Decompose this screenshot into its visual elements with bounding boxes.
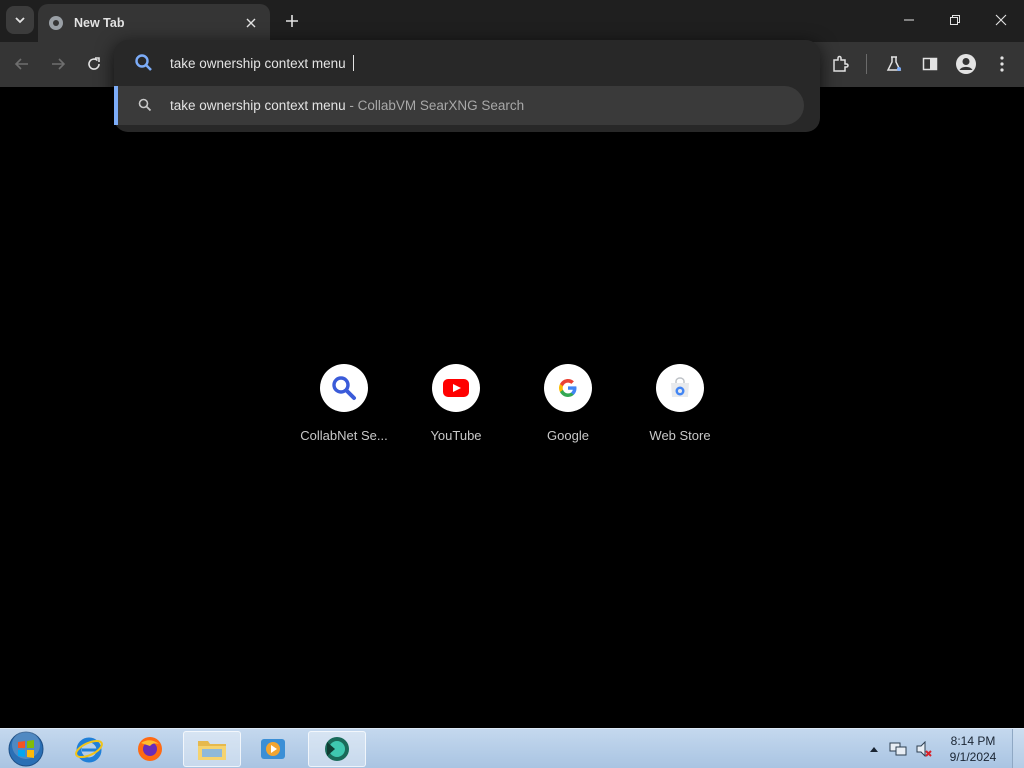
- tab-title: New Tab: [74, 16, 125, 30]
- google-icon: [544, 364, 592, 412]
- taskbar-chromium-browser[interactable]: [308, 731, 366, 767]
- profile-icon: [956, 54, 976, 74]
- restore-icon: [950, 15, 960, 25]
- taskbar-media-player[interactable]: [244, 731, 302, 767]
- suggestion-query: take ownership context menu: [170, 98, 346, 113]
- forward-icon: [52, 58, 66, 70]
- taskbar-internet-explorer[interactable]: [60, 731, 118, 767]
- close-window-button[interactable]: [978, 0, 1024, 40]
- profile-button[interactable]: [952, 50, 980, 78]
- shortcut-label: Google: [547, 428, 589, 443]
- shortcut-label: CollabNet Se...: [300, 428, 388, 443]
- suggestion-separator: -: [345, 98, 358, 113]
- volume-muted-icon: [916, 741, 932, 757]
- omnibox-suggestion[interactable]: take ownership context menu - CollabVM S…: [114, 86, 804, 125]
- labs-button[interactable]: [880, 50, 908, 78]
- shortcut-google[interactable]: Google: [518, 362, 618, 452]
- restore-button[interactable]: [932, 0, 978, 40]
- back-button[interactable]: [8, 50, 36, 78]
- shortcut-label: Web Store: [649, 428, 711, 443]
- omnibox-dropdown: take ownership context menu - CollabVM S…: [114, 40, 820, 132]
- tab-strip: New Tab: [0, 0, 1024, 42]
- address-bar-input[interactable]: [170, 52, 730, 74]
- chromium-browser-icon: [325, 737, 349, 761]
- menu-icon: [1000, 56, 1004, 72]
- side-panel-button[interactable]: [916, 50, 944, 78]
- clock-time: 8:14 PM: [950, 734, 996, 748]
- tab-new-tab[interactable]: New Tab: [38, 4, 270, 42]
- show-desktop-button[interactable]: [1012, 729, 1024, 768]
- taskbar-file-explorer[interactable]: [183, 731, 241, 767]
- close-tab-icon[interactable]: [242, 14, 260, 32]
- start-button[interactable]: [6, 731, 46, 767]
- suggestion-engine: CollabVM SearXNG Search: [357, 98, 525, 113]
- forward-button[interactable]: [44, 50, 72, 78]
- internet-explorer-icon: [75, 737, 103, 763]
- windows-logo-icon: [8, 731, 44, 767]
- windows-taskbar: 8:14 PM 9/1/2024: [0, 728, 1024, 768]
- chrome-favicon-icon: [48, 15, 64, 31]
- taskbar-firefox[interactable]: [121, 731, 179, 767]
- shortcut-youtube[interactable]: YouTube: [406, 362, 506, 452]
- plus-icon: [286, 15, 298, 27]
- reload-icon: [88, 57, 100, 70]
- chevron-up-icon: [870, 747, 878, 752]
- web-store-icon: [656, 364, 704, 412]
- system-clock[interactable]: 8:14 PM 9/1/2024: [938, 733, 1008, 765]
- chevron-down-icon: [15, 17, 25, 24]
- shortcut-web-store[interactable]: Web Store: [630, 362, 730, 452]
- collabnet-search-icon: [320, 364, 368, 412]
- network-tray-button[interactable]: [886, 729, 910, 768]
- browser-menu-button[interactable]: [988, 50, 1016, 78]
- side-panel-icon: [922, 57, 938, 71]
- minimize-icon: [904, 19, 914, 21]
- search-icon: [135, 54, 152, 71]
- minimize-button[interactable]: [886, 0, 932, 40]
- close-icon: [995, 14, 1007, 26]
- new-tab-button[interactable]: [280, 9, 304, 33]
- tab-search-button[interactable]: [6, 6, 34, 34]
- file-explorer-icon: [198, 741, 226, 760]
- text-caret: [353, 55, 354, 71]
- network-icon: [889, 742, 907, 756]
- extensions-button[interactable]: [826, 50, 854, 78]
- search-icon: [138, 98, 152, 112]
- toolbar-divider: [866, 54, 867, 74]
- extensions-icon: [833, 55, 849, 72]
- back-icon: [14, 58, 28, 70]
- labs-flask-icon: [886, 56, 902, 71]
- suggestion-text: take ownership context menu - CollabVM S…: [170, 98, 524, 113]
- firefox-icon: [138, 737, 162, 761]
- show-hidden-icons-button[interactable]: [866, 729, 882, 768]
- reload-button[interactable]: [80, 50, 108, 78]
- clock-date: 9/1/2024: [949, 750, 997, 764]
- shortcut-label: YouTube: [430, 428, 482, 443]
- youtube-icon: [432, 364, 480, 412]
- shortcut-collabnet-search[interactable]: CollabNet Se...: [294, 362, 394, 452]
- media-player-icon: [261, 739, 285, 759]
- volume-tray-button[interactable]: [912, 729, 936, 768]
- suggestion-highlight-bar: [114, 86, 118, 125]
